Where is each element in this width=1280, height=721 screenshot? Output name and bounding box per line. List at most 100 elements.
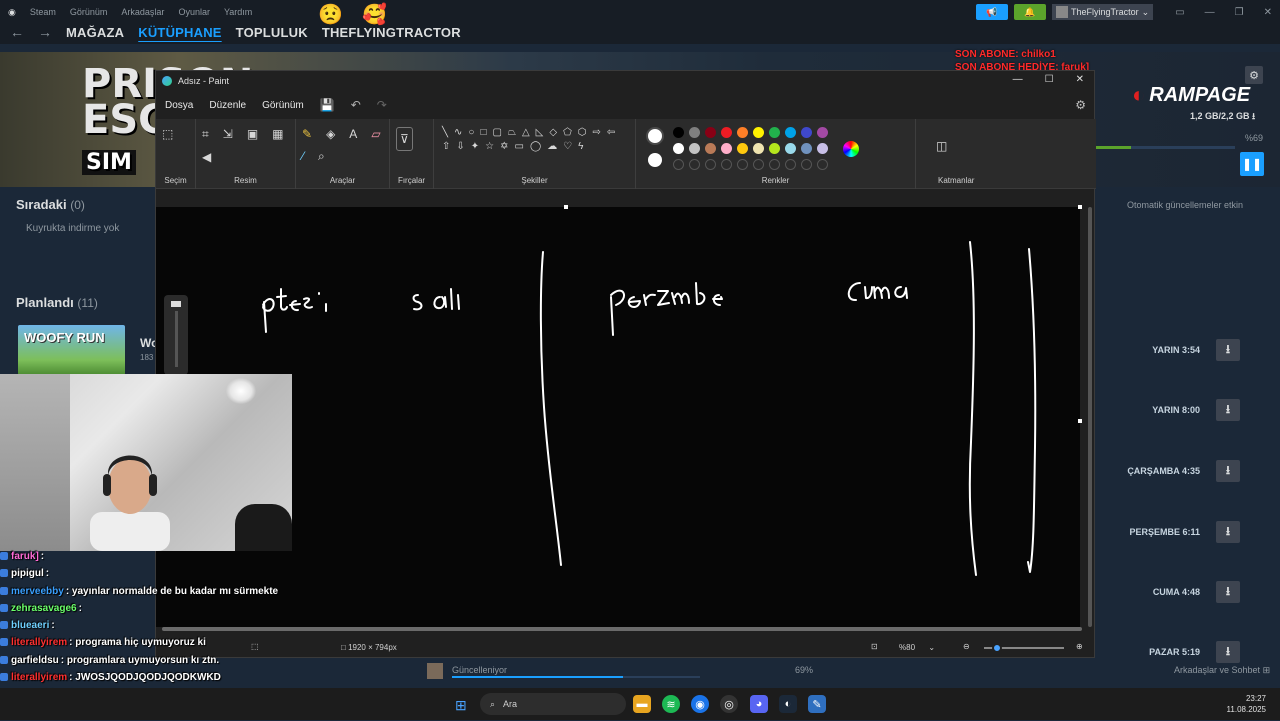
right-arrow-shape-icon[interactable]: ⇨ — [593, 127, 601, 138]
color-swatch-1[interactable] — [689, 143, 700, 154]
chat-username[interactable]: garfieldsu — [11, 655, 59, 666]
star6-shape-icon[interactable]: ✡ — [500, 141, 508, 152]
tab-store[interactable]: MAĞAZA — [66, 25, 124, 40]
color-swatch-2[interactable] — [705, 127, 716, 138]
download-button[interactable]: ⭳ — [1216, 581, 1240, 603]
color-swatch-6[interactable] — [769, 127, 780, 138]
custom-color-slot[interactable] — [705, 159, 716, 170]
minimize-icon[interactable]: — — [1205, 7, 1215, 18]
star5-shape-icon[interactable]: ☆ — [485, 141, 494, 152]
line-shape-icon[interactable]: ╲ — [442, 127, 448, 138]
color-swatch-4[interactable] — [737, 127, 748, 138]
chat-username[interactable]: zehrasavage6 — [11, 603, 77, 614]
color-swatch-6[interactable] — [769, 143, 780, 154]
up-arrow-shape-icon[interactable]: ⇧ — [442, 141, 450, 152]
brush-icon[interactable]: ⊽ — [396, 127, 413, 151]
steam-taskbar-icon[interactable]: ◐ — [779, 695, 797, 713]
download-button[interactable]: ⭳ — [1216, 521, 1240, 543]
menu-file[interactable]: Dosya — [165, 100, 193, 111]
close-icon[interactable]: ✕ — [1076, 74, 1084, 85]
zoom-select[interactable]: %80 ⌄ — [899, 643, 935, 652]
canvas-resize-handle-top[interactable] — [564, 205, 568, 209]
tab-community[interactable]: TOPLULUK — [236, 25, 308, 40]
game-thumbnail[interactable]: WOOFY RUN — [18, 325, 125, 375]
windows-start-icon[interactable]: ⊞ — [455, 697, 467, 714]
color-swatch-1[interactable] — [689, 127, 700, 138]
rect-shape-icon[interactable]: □ — [480, 127, 486, 138]
chrome-icon[interactable]: ◉ — [691, 695, 709, 713]
color-swatch-8[interactable] — [801, 127, 812, 138]
menu-help[interactable]: Yardım — [224, 7, 252, 17]
close-icon[interactable]: ✕ — [1264, 7, 1272, 18]
secondary-color[interactable] — [648, 153, 662, 167]
redo-icon[interactable]: ↷ — [377, 98, 387, 112]
star4-shape-icon[interactable]: ✦ — [471, 141, 479, 152]
text-icon[interactable]: A — [349, 127, 357, 141]
brush-size-panel[interactable] — [164, 295, 188, 375]
custom-color-slot[interactable] — [689, 159, 700, 170]
curve-shape-icon[interactable]: ∿ — [454, 127, 462, 138]
pencil-icon[interactable]: ✎ — [302, 127, 312, 141]
heart-shape-icon[interactable]: ♡ — [563, 141, 572, 152]
zoom-slider[interactable] — [984, 643, 1064, 653]
color-swatch-7[interactable] — [785, 127, 796, 138]
minimize-icon[interactable]: — — [1013, 74, 1023, 85]
fit-icon[interactable]: ⊡ — [871, 642, 878, 651]
pentagon-shape-icon[interactable]: ⬠ — [563, 127, 572, 138]
spotify-icon[interactable]: ≋ — [662, 695, 680, 713]
color-swatch-7[interactable] — [785, 143, 796, 154]
hexagon-shape-icon[interactable]: ⬡ — [578, 127, 587, 138]
notification-icon[interactable]: 🔔 — [1013, 4, 1046, 20]
color-swatch-9[interactable] — [817, 143, 828, 154]
zoom-in-icon[interactable]: ⊕ — [1076, 642, 1083, 651]
color-swatch-3[interactable] — [721, 143, 732, 154]
magnifier-icon[interactable]: ⌕ — [318, 149, 325, 164]
crop-icon[interactable]: ⌗ — [202, 127, 209, 142]
paint-settings-icon[interactable]: ⚙ — [1075, 98, 1086, 112]
save-icon[interactable]: 💾 — [320, 98, 335, 112]
callout-oval-icon[interactable]: ◯ — [530, 141, 541, 152]
custom-color-slot[interactable] — [769, 159, 780, 170]
color-picker-icon[interactable]: ⁄ — [302, 149, 304, 164]
color-swatch-0[interactable] — [673, 143, 684, 154]
tab-library[interactable]: KÜTÜPHANE — [138, 25, 221, 40]
right-triangle-shape-icon[interactable]: ◺ — [536, 127, 544, 138]
custom-color-slot[interactable] — [737, 159, 748, 170]
rounded-rect-shape-icon[interactable]: ▢ — [493, 127, 502, 138]
download-button[interactable]: ⭳ — [1216, 460, 1240, 482]
announce-icon[interactable]: 📢 — [975, 4, 1008, 20]
lightning-shape-icon[interactable]: ϟ — [578, 141, 583, 152]
zoom-out-icon[interactable]: ⊖ — [963, 642, 970, 651]
rotate-icon[interactable]: ◀ — [202, 150, 211, 164]
menu-friends[interactable]: Arkadaşlar — [121, 7, 164, 17]
zoom-slider-knob[interactable] — [992, 643, 1002, 653]
custom-color-slot[interactable] — [753, 159, 764, 170]
file-explorer-icon[interactable]: ▬ — [633, 695, 651, 713]
resize-icon[interactable]: ⇲ — [223, 127, 233, 142]
canvas-resize-handle-right[interactable] — [1078, 419, 1082, 423]
custom-color-slot[interactable] — [721, 159, 732, 170]
friends-chat-button[interactable]: Arkadaşlar ve Sohbet ⊞ — [1174, 665, 1270, 676]
layers-icon[interactable]: ◫ — [936, 139, 947, 153]
polygon-shape-icon[interactable]: ⏢ — [508, 127, 516, 138]
color-swatch-3[interactable] — [721, 127, 732, 138]
custom-color-slot[interactable] — [817, 159, 828, 170]
screen-icon[interactable]: ▭ — [1175, 7, 1184, 18]
maximize-icon[interactable]: ☐ — [1045, 74, 1054, 85]
menu-games[interactable]: Oyunlar — [178, 7, 210, 17]
callout-rect-icon[interactable]: ▭ — [515, 141, 524, 152]
chat-username[interactable]: literallyirem — [11, 672, 67, 683]
down-arrow-shape-icon[interactable]: ⇩ — [456, 141, 464, 152]
chat-username[interactable]: blueaeri — [11, 620, 49, 631]
obs-icon[interactable]: ◎ — [720, 695, 738, 713]
chat-username[interactable]: literallyirem — [11, 637, 67, 648]
chat-username[interactable]: pipigul — [11, 568, 44, 579]
oval-shape-icon[interactable]: ○ — [468, 127, 474, 138]
menu-steam[interactable]: Steam — [30, 7, 56, 17]
color-swatch-4[interactable] — [737, 143, 748, 154]
skew-icon[interactable]: ▦ — [272, 127, 283, 142]
color-swatch-5[interactable] — [753, 143, 764, 154]
pause-button[interactable]: ❚❚ — [1240, 152, 1264, 176]
color-swatch-5[interactable] — [753, 127, 764, 138]
canvas-resize-handle-corner[interactable] — [1078, 205, 1082, 209]
